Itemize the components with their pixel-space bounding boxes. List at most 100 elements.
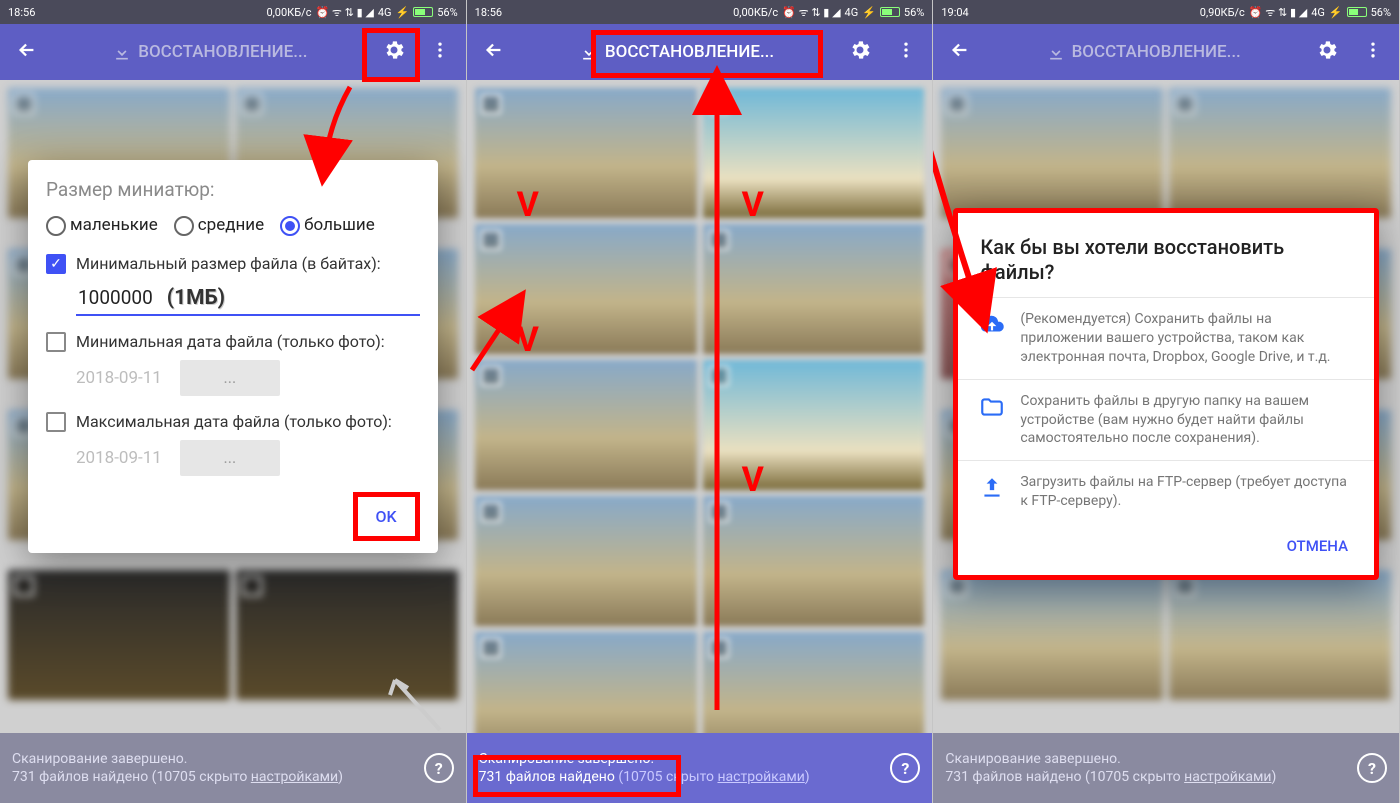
max-date-checkbox[interactable]	[46, 412, 66, 432]
app-bar: ВОССТАНОВЛЕНИЕ...	[0, 24, 466, 80]
min-date-value: 2018-09-11	[76, 368, 162, 388]
restore-option-cloud[interactable]: (Рекомендуется) Сохранить файлы на прило…	[958, 297, 1374, 379]
thumbnail[interactable]	[703, 224, 925, 354]
settings-button[interactable]	[374, 30, 414, 74]
status-icons: ⏰ ᯤ ⇅ ▮ ◢	[315, 5, 373, 20]
dialog-title: Как бы вы хотели восстановить файлы?	[958, 235, 1374, 297]
thumbnail[interactable]	[236, 570, 458, 700]
more-button[interactable]	[422, 32, 458, 72]
net-speed: 0,90КБ/с	[1200, 6, 1245, 19]
files-found: 731 файлов найдено	[479, 769, 615, 785]
thumbnail[interactable]	[1169, 570, 1391, 700]
thumbnail[interactable]	[8, 570, 230, 700]
clock: 18:56	[8, 6, 35, 19]
battery-pct: 56%	[1371, 6, 1391, 19]
dialog-title: Размер миниатюр:	[46, 178, 420, 201]
settings-button[interactable]	[840, 30, 880, 74]
min-date-picker-button[interactable]: ...	[180, 360, 280, 396]
thumbnail[interactable]	[475, 496, 697, 626]
thumbnail[interactable]	[703, 360, 925, 490]
max-date-row: Максимальная дата файла (только фото):	[46, 412, 420, 432]
net-speed: 0,00КБ/с	[266, 6, 311, 19]
ok-button[interactable]: OK	[353, 492, 420, 541]
battery-icon	[413, 7, 433, 17]
phone-screen-3: 19:04 0,90КБ/с ⏰ ᯤ ⇅ ▮ ◢ 4G ⚡ 56% ВОССТА…	[933, 0, 1400, 803]
cell-label: 4G	[378, 6, 392, 19]
restore-dialog: Как бы вы хотели восстановить файлы? (Ре…	[953, 208, 1379, 580]
thumbnail[interactable]	[475, 88, 697, 218]
thumbnail-size-group: маленькие средние большие	[46, 215, 420, 236]
status-footer: Сканирование завершено. 731 файлов найде…	[467, 733, 933, 803]
app-title[interactable]: ВОССТАНОВЛЕНИЕ...	[521, 42, 833, 62]
thumbnail[interactable]	[703, 496, 925, 626]
app-title[interactable]: ВОССТАНОВЛЕНИЕ...	[54, 42, 366, 62]
restore-option-folder[interactable]: Сохранить файлы в другую папку на вашем …	[958, 379, 1374, 461]
min-size-input[interactable]: 1000000 (1МБ)	[76, 282, 420, 316]
max-date-picker-button[interactable]: ...	[180, 440, 280, 476]
help-button[interactable]: ?	[424, 753, 454, 783]
app-title[interactable]: ВОССТАНОВЛЕНИЕ...	[987, 42, 1299, 62]
radio-large[interactable]: большие	[280, 215, 375, 236]
more-button[interactable]	[1355, 32, 1391, 72]
thumbnail[interactable]	[1169, 88, 1391, 218]
battery-pct: 56%	[437, 6, 457, 19]
max-date-label: Максимальная дата файла (только фото):	[76, 412, 392, 431]
help-button[interactable]: ?	[1357, 753, 1387, 783]
clock: 18:56	[475, 6, 502, 19]
cloud-upload-icon	[979, 312, 1005, 338]
scan-status: Сканирование завершено.	[12, 751, 187, 767]
status-bar: 18:56 0,00КБ/с ⏰ ᯤ ⇅ ▮ ◢ 4G ⚡ 56%	[0, 0, 466, 24]
scan-status: Сканирование завершено.	[945, 751, 1120, 767]
help-button[interactable]: ?	[890, 753, 920, 783]
phone-screen-2: 18:56 0,00КБ/с ⏰ ᯤ ⇅ ▮ ◢ 4G ⚡ 56% ВОССТА…	[467, 0, 934, 803]
radio-medium[interactable]: средние	[174, 215, 264, 236]
cell-label: 4G	[845, 6, 859, 19]
back-button[interactable]	[475, 31, 513, 73]
settings-dialog: Размер миниатюр: маленькие средние больш…	[28, 160, 438, 553]
min-date-row: Минимальная дата файла (только фото):	[46, 332, 420, 352]
min-size-label: Минимальный размер файла (в байтах):	[76, 254, 381, 273]
back-button[interactable]	[941, 31, 979, 73]
back-button[interactable]	[8, 31, 46, 73]
folder-icon	[979, 394, 1005, 420]
charge-icon: ⚡	[862, 6, 876, 19]
files-found: 731 файлов найдено	[12, 769, 148, 785]
phone-screen-1: 18:56 0,00КБ/с ⏰ ᯤ ⇅ ▮ ◢ 4G ⚡ 56% ВОССТА…	[0, 0, 467, 803]
status-icons: ⏰ ᯤ ⇅ ▮ ◢	[1249, 5, 1307, 20]
thumbnail[interactable]	[475, 224, 697, 354]
battery-icon	[1347, 7, 1367, 17]
max-date-value: 2018-09-11	[76, 448, 162, 468]
min-date-checkbox[interactable]	[46, 332, 66, 352]
charge-icon: ⚡	[396, 6, 410, 19]
thumbnail[interactable]	[475, 360, 697, 490]
status-bar: 19:04 0,90КБ/с ⏰ ᯤ ⇅ ▮ ◢ 4G ⚡ 56%	[933, 0, 1399, 24]
status-icons: ⏰ ᯤ ⇅ ▮ ◢	[782, 5, 840, 20]
status-footer: Сканирование завершено. 731 файлов найде…	[0, 733, 466, 803]
thumbnail[interactable]	[941, 88, 1163, 218]
scan-status: Сканирование завершено.	[479, 751, 654, 767]
app-bar: ВОССТАНОВЛЕНИЕ...	[467, 24, 933, 80]
status-footer: Сканирование завершено. 731 файлов найде…	[933, 733, 1399, 803]
settings-link[interactable]: настройками	[1184, 769, 1271, 785]
restore-option-ftp[interactable]: Загрузить файлы на FTP-сервер (требует д…	[958, 460, 1374, 523]
settings-link[interactable]: настройками	[717, 769, 804, 785]
clock: 19:04	[941, 6, 968, 19]
app-bar: ВОССТАНОВЛЕНИЕ...	[933, 24, 1399, 80]
cancel-button[interactable]: ОТМЕНА	[1279, 529, 1356, 563]
thumbnail-grid	[467, 80, 933, 733]
min-size-checkbox[interactable]: ✓	[46, 254, 66, 274]
charge-icon: ⚡	[1329, 6, 1343, 19]
radio-small[interactable]: маленькие	[46, 215, 158, 236]
thumbnail[interactable]	[941, 570, 1163, 700]
upload-icon	[979, 475, 1005, 501]
net-speed: 0,00КБ/с	[733, 6, 778, 19]
status-bar: 18:56 0,00КБ/с ⏰ ᯤ ⇅ ▮ ◢ 4G ⚡ 56%	[467, 0, 933, 24]
settings-button[interactable]	[1307, 30, 1347, 74]
cell-label: 4G	[1311, 6, 1325, 19]
min-size-row: ✓ Минимальный размер файла (в байтах):	[46, 254, 420, 274]
settings-link[interactable]: настройками	[251, 769, 338, 785]
min-size-hint: (1МБ)	[167, 286, 225, 310]
more-button[interactable]	[888, 32, 924, 72]
min-date-label: Минимальная дата файла (только фото):	[76, 332, 385, 351]
thumbnail[interactable]	[703, 88, 925, 218]
